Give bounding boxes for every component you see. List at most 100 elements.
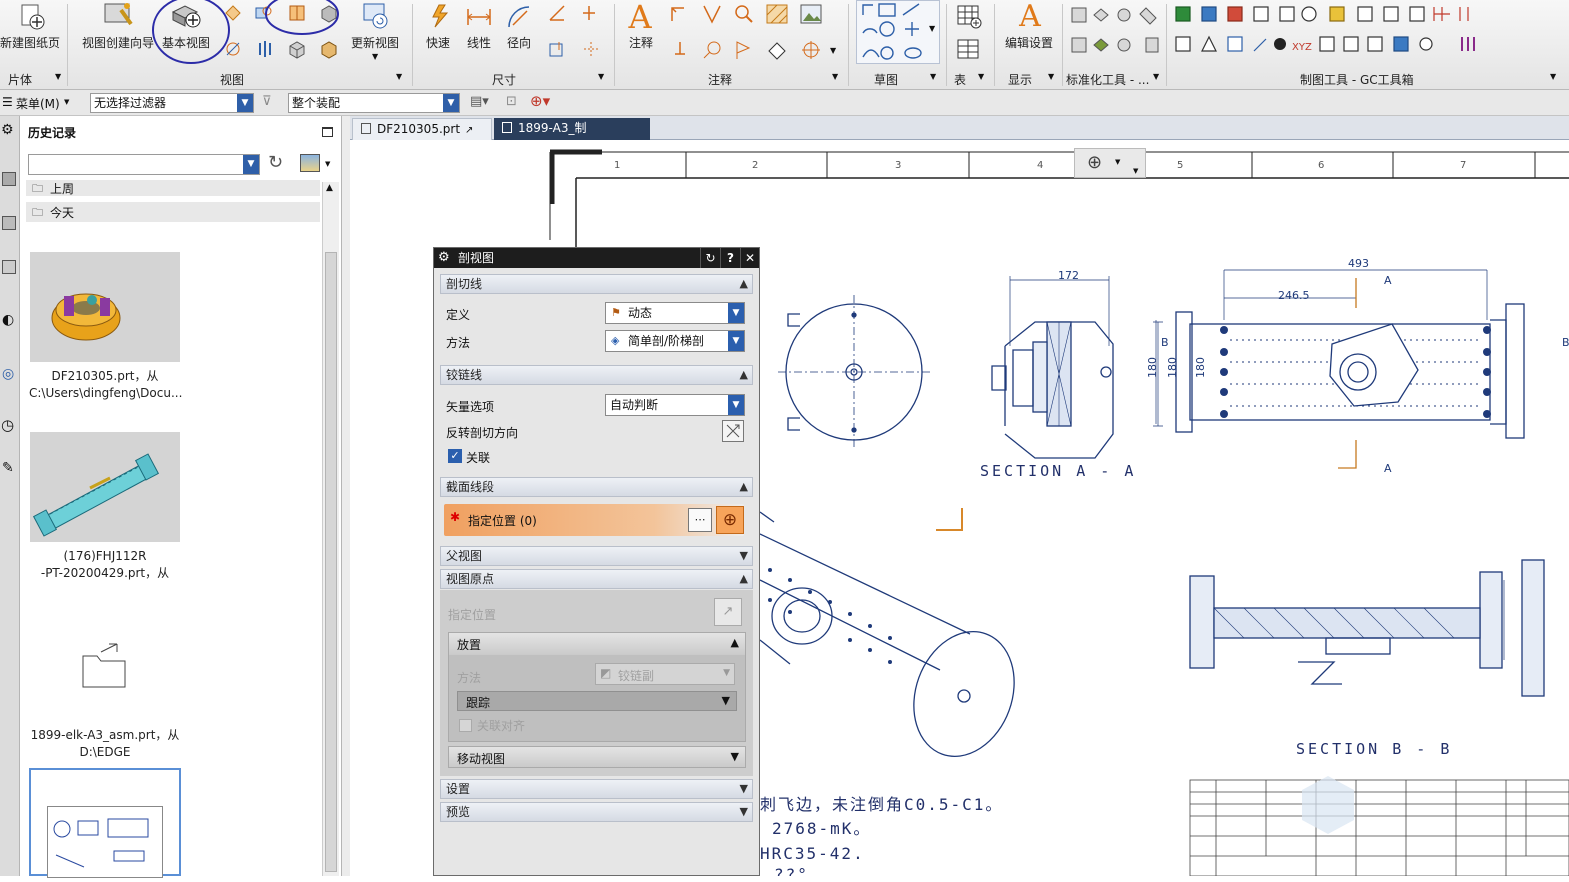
specify-location-row[interactable]: ✱ 指定位置 (0) ⋯ ⊕ <box>444 504 744 536</box>
dimension-180[interactable]: 180 <box>1166 357 1179 378</box>
quick-dimension-button[interactable]: 快速 <box>426 34 450 51</box>
technical-note[interactable]: ??° <box>774 865 809 876</box>
side-view[interactable] <box>778 295 933 450</box>
section-a-a-view[interactable] <box>991 276 1163 459</box>
group-section-segment[interactable]: 截面线段 ▲ <box>440 477 753 497</box>
dialog-title-bar[interactable]: ⚙ 剖视图 ↻ ? ✕ <box>434 248 759 268</box>
chevron-down-icon[interactable]: ▼ <box>1550 72 1556 81</box>
origin-point-icon[interactable]: ↗ <box>714 598 742 626</box>
technical-note[interactable]: 2768-mK。 <box>772 819 871 838</box>
chevron-down-icon[interactable]: ▼ <box>372 52 378 61</box>
group-hinge-line[interactable]: 铰链线 ▲ <box>440 365 753 385</box>
chevron-down-icon[interactable]: ▼ <box>1153 72 1159 81</box>
thickness-dimension-icon[interactable] <box>546 38 568 60</box>
chevron-down-icon[interactable]: ▼ <box>1133 167 1138 175</box>
projected-view-icon[interactable] <box>222 2 244 24</box>
section-a-a-title[interactable]: SECTION A - A <box>980 462 1136 480</box>
history-item[interactable]: DF210305.prt，从 C:\Users\dingfeng\Docu... <box>29 228 182 404</box>
filter-reset-icon[interactable]: ⊽ <box>262 94 272 109</box>
dimension-493[interactable]: 493 <box>1348 257 1369 270</box>
menu-button[interactable]: 菜单(M) <box>16 95 60 112</box>
placement-header[interactable]: 放置 ▲ <box>449 633 745 655</box>
chevron-down-icon[interactable]: ▼ <box>598 72 604 81</box>
new-sheet-button[interactable]: 新建图纸页 <box>0 34 60 51</box>
associative-checkbox[interactable]: ✓ <box>448 449 462 463</box>
chevron-down-icon[interactable]: ▼ <box>978 72 984 81</box>
angular-dimension-icon[interactable] <box>546 2 568 24</box>
chamfer-dimension-icon[interactable] <box>578 2 600 24</box>
edit-settings-button[interactable]: 编辑设置 <box>1005 34 1053 51</box>
view-wizard-icon[interactable] <box>100 0 136 32</box>
select-options-icon[interactable]: ▤▾ <box>470 94 489 109</box>
dimension-180[interactable]: 180 <box>1194 357 1207 378</box>
chevron-down-icon[interactable]: ▼ <box>728 303 744 323</box>
scope-select[interactable]: 整个装配 ▼ <box>288 93 460 113</box>
group-parent-view[interactable]: 父视图 ▼ <box>440 546 753 566</box>
section-b-b-title[interactable]: SECTION B - B <box>1296 740 1452 758</box>
isometric-view[interactable] <box>759 511 1031 771</box>
history-scrollbar[interactable]: ▲ <box>322 182 339 876</box>
snap-point-icon[interactable]: ⊕▾ <box>530 92 550 110</box>
chevron-down-icon[interactable]: ▼ <box>325 160 330 168</box>
tab-df210305[interactable]: DF210305.prt ↗ <box>352 118 492 140</box>
type-filter-select[interactable]: 无选择过滤器 ▼ <box>90 93 254 113</box>
dimension-246-5[interactable]: 246.5 <box>1278 289 1310 302</box>
technical-note[interactable]: HRC35-42. <box>760 844 865 863</box>
feature-control-frame-icon[interactable] <box>668 2 692 26</box>
chevron-down-icon[interactable]: ▼ <box>396 72 402 81</box>
history-filter-select[interactable]: ▼ <box>28 154 260 175</box>
history-item-selected[interactable] <box>29 768 181 878</box>
fill-icon[interactable] <box>764 38 790 62</box>
new-sheet-icon[interactable] <box>14 2 48 32</box>
roles-icon[interactable]: ✎ <box>2 460 14 476</box>
move-view-header[interactable]: 移动视图 ▼ <box>448 746 746 768</box>
reset-icon[interactable]: ↻ <box>700 248 720 268</box>
history-group-today[interactable]: 🗀 今天 <box>26 202 320 222</box>
history-group-last-week[interactable]: 🗀 上周 <box>26 180 320 196</box>
chevron-down-icon[interactable]: ▼ <box>243 155 259 174</box>
scrollbar-thumb[interactable] <box>325 252 337 872</box>
settings-icon[interactable]: ⚙ <box>1 122 14 138</box>
snap-icon[interactable]: ⊡ <box>506 94 517 109</box>
technical-note[interactable]: 刺飞边，未注倒角C0.5-C1。 <box>760 795 1003 814</box>
chevron-down-icon[interactable]: ▼ <box>832 72 838 81</box>
update-view-button[interactable]: 更新视图 <box>351 34 399 51</box>
chevron-down-icon[interactable]: ▼ <box>1115 158 1120 166</box>
view-cube-icon[interactable] <box>286 38 308 60</box>
scroll-up-icon[interactable]: ▲ <box>326 183 333 193</box>
break-view-icon[interactable] <box>222 38 244 60</box>
parts-list-icon[interactable] <box>954 36 984 64</box>
ordinate-dimension-icon[interactable] <box>580 38 602 60</box>
chevron-down-icon[interactable]: ▼ <box>929 24 935 33</box>
assembly-navigator-icon[interactable] <box>2 216 16 230</box>
view-wizard-button[interactable]: 视图创建向导 <box>82 34 154 51</box>
constraint-navigator-icon[interactable] <box>2 260 16 274</box>
chevron-down-icon[interactable]: ▼ <box>728 331 744 351</box>
gc-toolbox-icons[interactable]: XYZ <box>1172 4 1482 64</box>
dimension-180[interactable]: 180 <box>1146 357 1159 378</box>
maximize-icon[interactable] <box>322 127 333 137</box>
chevron-down-icon[interactable]: ▼ <box>55 72 61 81</box>
track-select[interactable]: 跟踪 ▼ <box>457 691 737 711</box>
group-view-origin[interactable]: 视图原点 ▲ <box>440 569 753 589</box>
reverse-direction-button[interactable] <box>722 420 744 442</box>
method-select[interactable]: ◈ 简单剖/阶梯剖 ▼ <box>605 330 745 352</box>
revolved-section-icon[interactable] <box>254 38 276 60</box>
refresh-icon[interactable]: ↻ <box>268 152 283 173</box>
history-item[interactable]: 1899-elk-A3_asm.prt，从 D:\EDGE <box>29 588 181 764</box>
edit-settings-icon[interactable]: A <box>1010 0 1050 34</box>
web-browser-icon[interactable]: ◎ <box>2 366 14 382</box>
point-inference-icon[interactable]: ⊕ <box>716 506 744 534</box>
dimension-172[interactable]: 172 <box>1058 269 1079 282</box>
sketch-gallery[interactable] <box>856 0 940 64</box>
chevron-down-icon[interactable]: ▼ <box>830 46 836 55</box>
vector-option-select[interactable]: 自动判断 ▼ <box>605 394 745 416</box>
help-icon[interactable]: ? <box>720 248 740 268</box>
tab-1899-a3[interactable]: 1899-A3_制图.prt↗✕ <box>494 118 650 155</box>
table-icon[interactable] <box>954 2 984 30</box>
update-view-icon[interactable] <box>358 0 392 32</box>
flag-icon[interactable] <box>732 38 756 62</box>
datum-icon[interactable] <box>700 2 724 26</box>
hatch-icon[interactable] <box>764 2 790 26</box>
radial-dimension-button[interactable]: 径向 <box>507 34 531 51</box>
